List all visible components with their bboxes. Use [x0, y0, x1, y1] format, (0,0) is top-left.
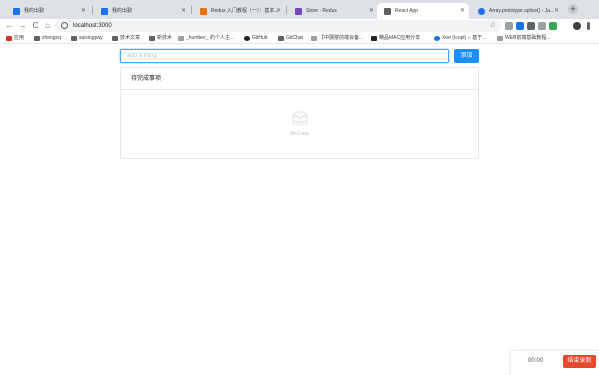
folder-icon — [112, 36, 118, 41]
tab-close-icon[interactable]: ✕ — [460, 3, 465, 19]
tab-title: 我的出勤 — [112, 8, 133, 14]
bookmark-item[interactable]: 精品MAC应用分享 — [371, 33, 420, 44]
address-bar[interactable]: localhost:3000 ☆ — [55, 20, 501, 32]
bookmark-label: WEB前端基础教程... — [505, 35, 551, 41]
tab-separator — [92, 6, 93, 14]
bookmark-item[interactable]: WEB前端基础教程... — [497, 33, 551, 44]
browser-tab[interactable]: Array.prototype.splice() - Ja... ✕ — [471, 3, 563, 19]
bookmark-page-icon — [434, 36, 440, 41]
bookmark-label: _humber_ 的个人主... — [186, 35, 235, 41]
folder-icon — [34, 36, 40, 41]
bookmark-page-icon — [371, 36, 377, 41]
bookmark-label: GitHub — [252, 35, 268, 41]
menu-kebab-icon[interactable] — [587, 22, 590, 30]
bookmark-page-icon — [311, 36, 317, 41]
reload-icon[interactable]: C — [30, 20, 41, 31]
tab-favicon-icon — [384, 8, 391, 15]
browser-toolbar: ← → C ⌂ localhost:3000 ☆ — [0, 19, 599, 33]
profile-avatar-icon[interactable] — [573, 22, 581, 30]
browser-tab-strip: 我的出勤 ✕ 我的出勤 ✕ Redux 入门教程（一）：基本... ✕ Stor… — [0, 0, 599, 19]
forward-arrow-icon[interactable]: → — [17, 20, 28, 31]
apps-icon — [6, 36, 12, 41]
extension-icon[interactable] — [527, 22, 535, 30]
bookmark-star-icon[interactable]: ☆ — [490, 20, 496, 32]
folder-icon — [71, 36, 77, 41]
todo-list: 待完成事项 No Data — [120, 67, 479, 159]
browser-tab[interactable]: Store · Redux ✕ — [288, 3, 378, 19]
todo-input[interactable] — [120, 49, 449, 63]
tab-close-icon[interactable]: ✕ — [276, 3, 281, 19]
extension-icon[interactable] — [516, 22, 524, 30]
bookmark-label: GitChat — [286, 35, 303, 41]
chat-icon — [278, 36, 284, 41]
bookmark-page-icon — [178, 36, 184, 41]
list-header: 待完成事项 — [121, 68, 478, 90]
bookmark-item[interactable]: 技术文章 — [112, 33, 140, 44]
tab-close-icon[interactable]: ✕ — [554, 3, 559, 19]
translate-icon[interactable] — [505, 22, 513, 30]
bookmark-item[interactable]: GitChat — [278, 33, 303, 44]
bookmark-item[interactable]: zhengxq — [34, 33, 61, 44]
bookmark-item[interactable]: suixingpay — [71, 33, 103, 44]
bookmark-item[interactable]: 新技术 — [149, 33, 172, 44]
tab-favicon-icon — [478, 8, 485, 15]
bookmark-label: 技术文章 — [120, 35, 141, 41]
bookmark-item[interactable]: _humber_ 的个人主... — [178, 33, 234, 44]
bookmark-label: Xee (Icopi) -- 基于... — [442, 35, 487, 41]
screen-recorder-widget: 00:00 结束录制 — [511, 351, 599, 375]
bookmark-label: suixingpay — [79, 35, 103, 41]
bookmark-label: 应用 — [14, 35, 25, 41]
tab-favicon-icon — [13, 8, 20, 15]
tab-close-icon[interactable]: ✕ — [369, 3, 374, 19]
bookmark-label: zhengxq — [42, 35, 61, 41]
browser-tab[interactable]: 我的出勤 ✕ — [6, 3, 90, 19]
empty-inbox-icon — [290, 111, 310, 126]
bookmark-item[interactable]: GitHub — [244, 33, 268, 44]
tab-favicon-icon — [200, 8, 207, 15]
tab-title: React App — [395, 8, 419, 14]
home-icon[interactable]: ⌂ — [42, 20, 53, 31]
bookmark-label: 精品MAC应用分享 — [379, 35, 421, 41]
recording-timer: 00:00 — [528, 358, 544, 364]
bookmark-label: 新技术 — [157, 35, 173, 41]
empty-text: No Data — [290, 131, 309, 137]
browser-tab[interactable]: 我的出勤 ✕ — [94, 3, 190, 19]
bookmark-item[interactable]: 【中展楼前端会备... — [311, 33, 363, 44]
add-button[interactable]: 添加 — [454, 49, 479, 63]
tab-close-icon[interactable]: ✕ — [181, 3, 186, 19]
bookmark-item[interactable]: 应用 — [6, 33, 24, 44]
bookmark-item[interactable]: Xee (Icopi) -- 基于... — [434, 33, 486, 44]
empty-state: No Data — [121, 90, 478, 158]
extension-icon[interactable] — [549, 22, 557, 30]
back-arrow-icon[interactable]: ← — [4, 20, 15, 31]
bookmarks-bar: 应用 zhengxq suixingpay 技术文章 新技术 _humber_ … — [0, 33, 599, 44]
address-url: localhost:3000 — [73, 23, 112, 29]
tab-separator — [286, 6, 287, 14]
tab-title: 我的出勤 — [24, 8, 45, 14]
tab-favicon-icon — [295, 8, 302, 15]
folder-icon — [149, 36, 155, 41]
stop-recording-button[interactable]: 结束录制 — [563, 355, 596, 368]
info-icon[interactable] — [61, 22, 68, 29]
browser-tab[interactable]: Redux 入门教程（一）：基本... ✕ — [193, 3, 285, 19]
extension-icon[interactable] — [538, 22, 546, 30]
tab-favicon-icon — [101, 8, 108, 15]
new-tab-button[interactable]: + — [568, 4, 578, 14]
tab-title: Redux 入门教程（一）：基本... — [211, 8, 279, 14]
github-icon — [244, 36, 250, 41]
bookmark-page-icon — [497, 36, 503, 41]
tab-title: Store · Redux — [306, 8, 337, 14]
tab-close-icon[interactable]: ✕ — [81, 3, 86, 19]
tab-separator — [191, 6, 192, 14]
bookmark-label: 【中展楼前端会备... — [319, 35, 364, 41]
browser-tab-active[interactable]: React App ✕ — [377, 3, 469, 19]
tab-title: Array.prototype.splice() - Ja... — [489, 8, 555, 14]
